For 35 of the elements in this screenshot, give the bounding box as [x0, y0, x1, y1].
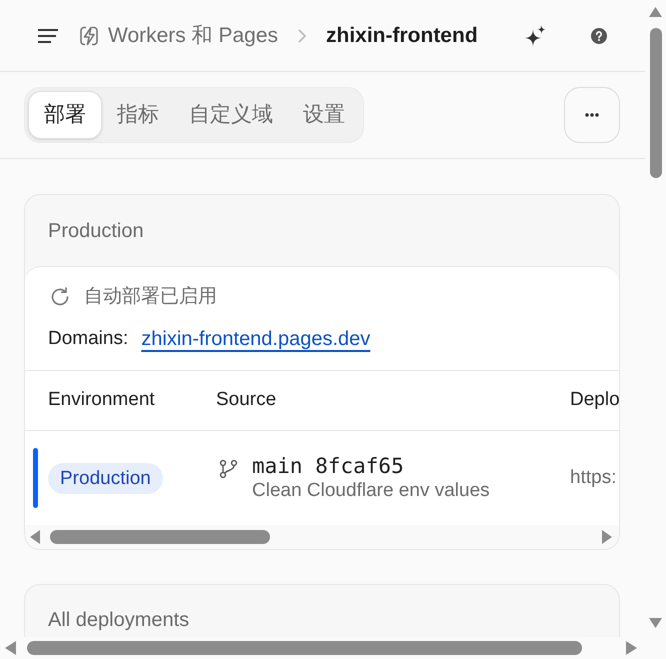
- column-header: Environment: [48, 389, 155, 410]
- scroll-right-arrow-icon[interactable]: [626, 641, 637, 655]
- scrollbar-thumb[interactable]: [650, 28, 662, 178]
- table-cell: https:: [570, 466, 616, 488]
- sparkle-icon[interactable]: [524, 24, 546, 46]
- environment-badge: Production: [48, 462, 163, 494]
- tab[interactable]: 设置: [288, 91, 360, 139]
- scrollbar-thumb[interactable]: [50, 530, 270, 544]
- auto-deploy-status: 自动部署已启用: [84, 284, 217, 309]
- branch-icon: [219, 459, 238, 479]
- tab[interactable]: 部署: [28, 91, 102, 139]
- commit-message: Clean Cloudflare env values: [252, 479, 490, 503]
- breadcrumb-current: zhixin-frontend: [326, 22, 478, 49]
- commit-ref: main 8fcaf65: [252, 453, 405, 479]
- chevron-icon: [298, 28, 306, 42]
- menu-icon[interactable]: [38, 28, 58, 42]
- refresh-icon: [50, 287, 70, 307]
- scroll-left-arrow-icon[interactable]: [5, 641, 16, 655]
- domain-link[interactable]: zhixin-frontend.pages.dev: [141, 324, 370, 354]
- column-header: Deplo: [570, 389, 619, 410]
- domains-label: Domains:: [48, 326, 128, 351]
- lightning-icon: [80, 26, 98, 46]
- card-title: All deployments: [48, 608, 190, 632]
- more-icon: [585, 113, 599, 117]
- breadcrumb-link[interactable]: Workers 和 Pages: [80, 20, 278, 52]
- tab[interactable]: 自定义域: [174, 91, 288, 139]
- column-header: Source: [216, 389, 276, 410]
- scroll-left-arrow-icon[interactable]: [30, 530, 40, 544]
- scroll-up-arrow-icon[interactable]: [649, 7, 662, 17]
- scroll-right-arrow-icon[interactable]: [602, 530, 612, 544]
- scrollbar-thumb[interactable]: [27, 641, 582, 655]
- card-title: Production: [48, 218, 144, 244]
- tab[interactable]: 指标: [102, 91, 174, 139]
- help-icon[interactable]: [591, 28, 607, 44]
- scroll-down-arrow-icon[interactable]: [649, 618, 662, 628]
